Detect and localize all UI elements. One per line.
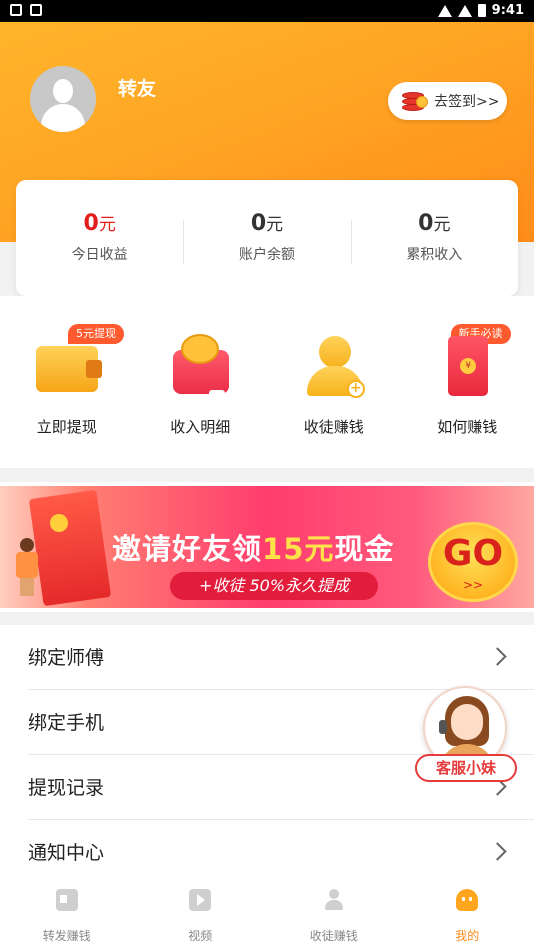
menu-item-label: 提现记录 [28,777,105,799]
customer-service-button[interactable]: 客服小妹 [415,686,519,786]
banner-background: 邀请好友领15元现金 +收徒 50%永久提成 GO >> [0,486,534,608]
customer-service-label: 客服小妹 [415,754,517,782]
status-time: 9:41 [491,3,524,18]
quick-action-withdraw[interactable]: 5元提现 立即提现 [0,296,134,468]
quick-actions: 5元提现 立即提现 收入明细 + 收徒赚钱 新手必读 ¥ 如何赚钱 [0,296,534,468]
menu-item-bind-master[interactable]: 绑定师傅 [28,625,534,690]
earning-total-label: 累积收入 [406,247,463,263]
quick-action-label: 收入明细 [170,418,231,436]
tab-share-earn[interactable]: 转发赚钱 [0,879,134,950]
add-friend-icon: + [301,336,367,398]
go-arrows: >> [462,578,484,592]
banner-title-prefix: 邀请好友领 [112,532,263,566]
quick-action-label: 收徒赚钱 [303,418,364,436]
headset-icon [439,720,447,734]
quick-action-label: 如何赚钱 [437,418,498,436]
tab-label: 收徒赚钱 [309,929,358,943]
tab-recruit[interactable]: 收徒赚钱 [267,879,401,950]
bottom-tab-bar: 转发赚钱 视频 收徒赚钱 我的 [0,879,534,950]
status-bar: 9:41 [0,0,534,22]
banner-title: 邀请好友领15元现金 [112,526,394,568]
chevron-right-icon [488,647,507,666]
tab-label: 转发赚钱 [42,929,91,943]
earning-total-value: 0 [418,211,434,236]
quick-action-label: 立即提现 [36,418,97,436]
earning-today-unit: 元 [98,215,116,235]
tab-me[interactable]: 我的 [401,879,534,950]
tab-label: 我的 [455,929,480,943]
tab-label: 视频 [188,929,213,943]
earning-total-unit: 元 [433,215,451,235]
banner-go-button[interactable]: GO >> [428,522,518,602]
video-play-icon [189,889,212,911]
person-icon [323,889,345,911]
earning-balance-label: 账户余额 [238,247,295,263]
earning-balance[interactable]: 0元 账户余额 [183,180,350,296]
banner-subtitle: +收徒 50%永久提成 [170,572,378,600]
avatar-body-icon [41,104,85,132]
earning-total[interactable]: 0元 累积收入 [350,180,518,296]
purse-icon [167,334,233,402]
red-envelope-illustration-icon [28,489,112,607]
menu-item-notifications[interactable]: 通知中心 [28,820,534,885]
avatar-head-icon [53,79,73,103]
earning-balance-unit: 元 [266,215,284,235]
earning-balance-value: 0 [250,211,267,236]
quick-action-recruit[interactable]: + 收徒赚钱 [267,296,401,468]
coin-stack-icon [400,90,428,112]
chevron-right-icon [488,842,507,861]
signin-label: 去签到>> [434,94,500,110]
menu-item-label: 绑定师傅 [28,647,105,669]
quick-action-income-detail[interactable]: 收入明细 [134,296,268,468]
app-notification-icon [30,4,42,16]
red-envelope-icon: ¥ [434,336,500,398]
me-face-icon [456,889,479,911]
battery-icon [477,4,486,17]
person-illustration-icon [14,538,40,596]
earning-today-value: 0 [83,211,99,236]
username: 转友 [118,78,157,100]
earning-today-label: 今日收益 [71,247,128,263]
wifi-icon [437,4,452,17]
menu-item-label: 绑定手机 [28,712,105,734]
invite-banner[interactable]: 邀请好友领15元现金 +收徒 50%永久提成 GO >> [0,482,534,612]
menu-item-label: 通知中心 [28,842,105,864]
earnings-card: 0元 今日收益 0元 账户余额 0元 累积收入 [16,180,518,296]
coin-icon [50,514,68,532]
signin-button[interactable]: 去签到>> [388,82,507,120]
go-label: GO [442,533,504,574]
earning-today[interactable]: 0元 今日收益 [16,180,183,296]
quick-action-how-to-earn[interactable]: 新手必读 ¥ 如何赚钱 [401,296,534,468]
banner-title-suffix: 现金 [334,532,395,566]
news-icon [55,889,78,911]
banner-title-amount: 15元 [262,532,335,566]
notification-icon [10,4,22,16]
signal-icon [457,4,472,17]
wallet-icon [34,336,102,398]
avatar[interactable] [30,66,96,132]
tab-video[interactable]: 视频 [134,879,268,950]
